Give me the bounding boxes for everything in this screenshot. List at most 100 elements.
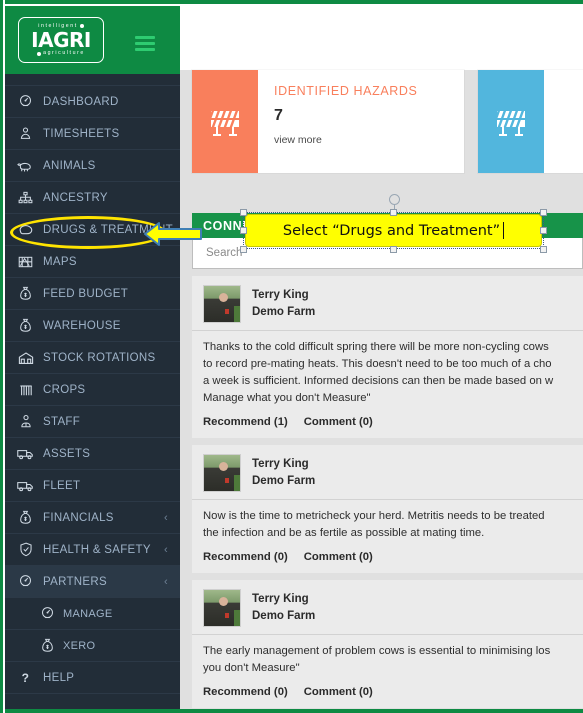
sidebar-item-staff[interactable]: STAFF — [5, 406, 180, 438]
avatar-face — [219, 293, 228, 302]
resize-handle-top-center[interactable] — [390, 209, 397, 216]
card-secondary[interactable] — [478, 70, 583, 173]
sidebar-item-label: CROPS — [43, 383, 86, 396]
logo-main-text: IAGRI — [31, 28, 91, 52]
sidebar-item-label: TIMESHEETS — [43, 127, 120, 140]
money-bag-icon — [16, 318, 35, 334]
sidebar-item-fleet[interactable]: FLEET — [5, 470, 180, 502]
post-author-farm: Demo Farm — [252, 610, 316, 622]
comment-button[interactable]: Comment (0) — [304, 416, 373, 428]
resize-handle-top-right[interactable] — [540, 209, 547, 216]
comment-button[interactable]: Comment (0) — [304, 686, 373, 698]
sidebar-item-animals[interactable]: ANIMALS — [5, 150, 180, 182]
hamburger-icon[interactable] — [135, 36, 155, 51]
search-input[interactable] — [204, 246, 544, 260]
gauge-icon — [16, 94, 35, 110]
post-author-name: Terry King — [252, 593, 309, 605]
post-header: Terry King Demo Farm — [192, 284, 583, 330]
card-value: 7 — [274, 107, 283, 124]
sidebar-item-label: MANAGE — [63, 607, 113, 620]
pill-icon — [16, 222, 35, 238]
post-actions: Recommend (1) Comment (0) — [192, 407, 583, 432]
recommend-button[interactable]: Recommend (1) — [203, 416, 288, 428]
slide-frame-top-inner — [0, 4, 583, 6]
sidebar: intelligent IAGRI agriculture DASHBOARD T… — [5, 6, 180, 709]
avatar-face — [219, 462, 228, 471]
post-actions: Recommend (0) Comment (0) — [192, 542, 583, 567]
sidebar-item-label: ANCESTRY — [43, 191, 108, 204]
avatar-badge — [225, 478, 229, 483]
sidebar-item-dashboard[interactable]: DASHBOARD — [5, 86, 180, 118]
chevron-left-icon[interactable]: ‹ — [164, 576, 168, 588]
card-body — [544, 70, 576, 173]
post-author-block: Terry King Demo Farm — [252, 456, 315, 490]
rotation-handle[interactable] — [389, 194, 400, 205]
sidebar-item-warehouse[interactable]: WAREHOUSE — [5, 310, 180, 342]
sidebar-item-assets[interactable]: ASSETS — [5, 438, 180, 470]
feed-post: Terry King Demo Farm The early management … — [192, 580, 583, 708]
hamburger-bar-2 — [135, 42, 155, 45]
sidebar-item-stock-rotations[interactable]: STOCK ROTATIONS — [5, 342, 180, 374]
post-author-farm: Demo Farm — [252, 475, 316, 487]
chevron-left-icon[interactable]: ‹ — [164, 512, 168, 524]
card-identified-hazards[interactable]: IDENTIFIED HAZARDS 7 view more — [192, 70, 464, 173]
chevron-left-icon[interactable]: ‹ — [164, 544, 168, 556]
avatar-badge — [225, 309, 229, 314]
sidebar-item-label: HEALTH & SAFETY — [43, 543, 151, 556]
slide-frame-bottom — [0, 709, 583, 713]
text-caret — [503, 222, 505, 239]
sidebar-item-label: MAPS — [43, 255, 77, 268]
sidebar-item-timesheets[interactable]: TIMESHEETS — [5, 118, 180, 150]
post-author-name: Terry King — [252, 289, 309, 301]
post-body: Now is the time to metricheck your herd.… — [192, 499, 583, 542]
recommend-button[interactable]: Recommend (0) — [203, 686, 288, 698]
post-actions: Recommend (0) Comment (0) — [192, 677, 583, 702]
resize-handle-bottom-right[interactable] — [540, 246, 547, 253]
sidebar-item-help[interactable]: ? HELP — [5, 662, 180, 694]
logo[interactable]: intelligent IAGRI agriculture — [18, 17, 104, 63]
card-view-more-link[interactable]: view more — [274, 134, 417, 146]
logo-bottom-text-row: agriculture — [37, 50, 85, 56]
sidebar-item-manage[interactable]: MANAGE — [5, 598, 180, 630]
post-header: Terry King Demo Farm — [192, 588, 583, 634]
resize-handle-middle-right[interactable] — [540, 227, 547, 234]
recommend-button[interactable]: Recommend (0) — [203, 551, 288, 563]
hazard-barrier-icon — [192, 70, 258, 173]
avatar — [203, 589, 241, 627]
gauge-icon — [39, 606, 56, 622]
sidebar-item-xero[interactable]: XERO — [5, 630, 180, 662]
sidebar-item-feed-budget[interactable]: FEED BUDGET — [5, 278, 180, 310]
sidebar-item-label: XERO — [63, 639, 96, 652]
sidebar-item-financials[interactable]: FINANCIALS ‹ — [5, 502, 180, 534]
sidebar-item-maps[interactable]: MAPS — [5, 246, 180, 278]
avatar-face — [219, 597, 228, 606]
sidebar-item-label: ANIMALS — [43, 159, 96, 172]
sidebar-item-label: ASSETS — [43, 447, 91, 460]
callout-textbox[interactable]: Select “Drugs and Treatment” — [245, 214, 542, 247]
sidebar-item-label: WAREHOUSE — [43, 319, 121, 332]
resize-handle-middle-left[interactable] — [240, 227, 247, 234]
hamburger-bar-3 — [135, 48, 155, 51]
sidebar-item-crops[interactable]: CROPS — [5, 374, 180, 406]
sidebar-item-label: STOCK ROTATIONS — [43, 351, 156, 364]
sidebar-item-partners[interactable]: PARTNERS ‹ — [5, 566, 180, 598]
hazard-barrier-icon — [478, 70, 544, 173]
card-title: IDENTIFIED HAZARDS — [274, 84, 418, 98]
shield-check-icon — [16, 542, 35, 558]
post-author-block: Terry King Demo Farm — [252, 287, 315, 321]
callout-arrow-icon — [143, 219, 203, 249]
person-tie-icon — [16, 414, 35, 430]
comment-button[interactable]: Comment (0) — [304, 551, 373, 563]
sidebar-item-label: HELP — [43, 671, 75, 684]
slide-frame-left-inner — [3, 0, 5, 713]
resize-handle-bottom-center[interactable] — [390, 246, 397, 253]
sidebar-item-label: FEED BUDGET — [43, 287, 129, 300]
hierarchy-icon — [16, 190, 35, 206]
sidebar-item-health-safety[interactable]: HEALTH & SAFETY ‹ — [5, 534, 180, 566]
avatar-badge — [225, 613, 229, 618]
resize-handle-top-left[interactable] — [240, 209, 247, 216]
sidebar-item-ancestry[interactable]: ANCESTRY — [5, 182, 180, 214]
logo-bottom-text: agriculture — [43, 50, 85, 56]
resize-handle-bottom-left[interactable] — [240, 246, 247, 253]
connect-feed[interactable]: Terry King Demo Farm Thanks to the cold di… — [192, 276, 583, 709]
